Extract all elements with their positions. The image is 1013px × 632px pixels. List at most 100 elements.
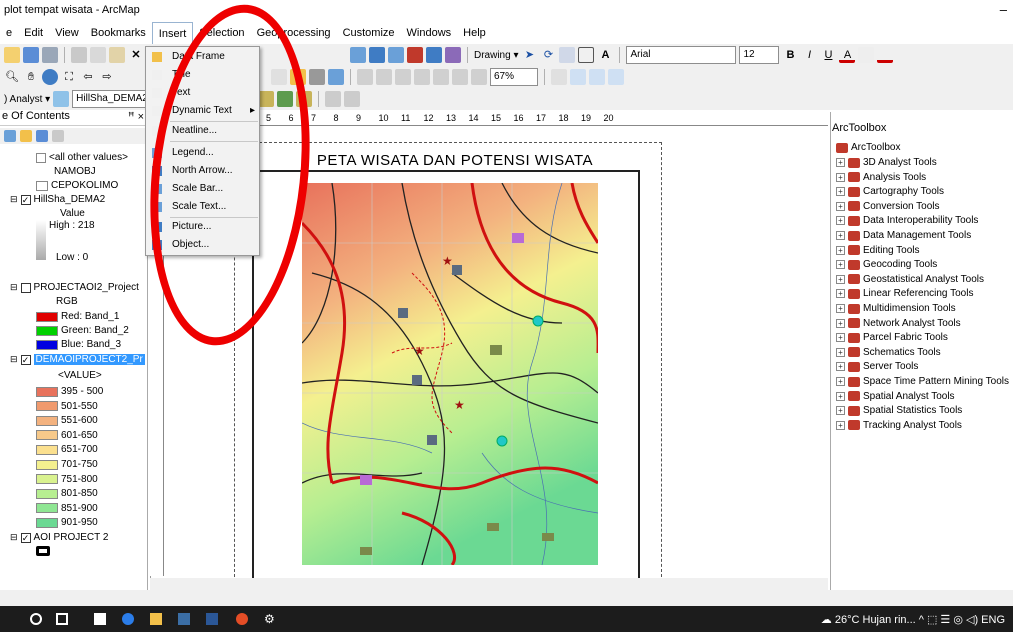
toc-layer-demaoi[interactable]: ⊟ ✓ DEMAOIPROJECT2_Pr [10, 354, 145, 365]
dem-legend-class[interactable]: 851-900 [36, 503, 98, 514]
word-icon[interactable] [206, 613, 218, 625]
paste-icon[interactable] [109, 47, 125, 63]
menu-windows[interactable]: Windows [401, 22, 458, 44]
toc-all-other-values[interactable]: <all other values> [36, 152, 128, 163]
font-name-combo[interactable]: Arial [626, 46, 737, 64]
edge-icon[interactable] [122, 613, 134, 625]
cut-icon[interactable] [71, 47, 87, 63]
text-icon[interactable]: A [597, 47, 613, 63]
data-driven-pages-icon[interactable] [608, 69, 624, 85]
expand-icon[interactable]: + [836, 245, 845, 255]
expand-icon[interactable]: + [836, 274, 845, 284]
expand-icon[interactable]: + [836, 260, 845, 270]
toolbox-item[interactable]: + Space Time Pattern Mining Tools [836, 376, 1009, 387]
toolbox-item[interactable]: + Conversion Tools [836, 201, 940, 212]
menu-bookmarks[interactable]: Bookmarks [85, 22, 152, 44]
toolbox-item[interactable]: + Spatial Statistics Tools [836, 405, 962, 416]
layout-full-icon[interactable] [414, 69, 430, 85]
toggle-draft-icon[interactable] [551, 69, 567, 85]
dem-legend-class[interactable]: 395 - 500 [36, 386, 103, 397]
rotate-icon[interactable]: ⟳ [540, 47, 556, 63]
toolbox-item[interactable]: + Analysis Tools [836, 172, 926, 183]
expand-icon[interactable]: + [836, 391, 845, 401]
line-color-icon[interactable] [877, 47, 894, 63]
horizontal-scrollbar[interactable] [150, 578, 828, 590]
toolbox-item[interactable]: + Geocoding Tools [836, 259, 937, 270]
menu-edit[interactable]: Edit [18, 22, 49, 44]
copy-icon[interactable] [90, 47, 106, 63]
catalog-icon[interactable] [388, 47, 404, 63]
italic-icon[interactable]: I [801, 47, 817, 63]
underline-icon[interactable]: U [820, 47, 836, 63]
rectangle-icon[interactable] [578, 47, 595, 63]
analyst-menu[interactable]: ) Analyst ▾ [4, 94, 50, 105]
expand-icon[interactable]: + [836, 289, 845, 299]
toolbox-item[interactable]: + Tracking Analyst Tools [836, 420, 962, 431]
toolbox-item[interactable]: + Spatial Analyst Tools [836, 391, 955, 402]
editor-icon[interactable] [350, 47, 366, 63]
layer-combo[interactable]: HillSha_DEMA2 [72, 90, 153, 108]
chrome-icon[interactable] [236, 613, 248, 625]
menu-view[interactable]: View [49, 22, 85, 44]
toolbox-item[interactable]: + Editing Tools [836, 245, 920, 256]
pan-icon[interactable]: ✋︎ [23, 69, 39, 85]
open-icon[interactable] [4, 47, 20, 63]
expand-icon[interactable]: + [836, 420, 845, 430]
toolbox-item[interactable]: + Cartography Tools [836, 186, 944, 197]
list-by-drawing-order-icon[interactable] [4, 130, 16, 142]
toolbox-item[interactable]: + Server Tools [836, 361, 918, 372]
expand-icon[interactable]: + [836, 201, 845, 211]
dem-legend-class[interactable]: 751-800 [36, 474, 98, 485]
options-icon[interactable] [52, 130, 64, 142]
file-explorer-icon[interactable] [150, 613, 162, 625]
toc-pin[interactable]: ꟸ × [128, 110, 144, 123]
table-icon[interactable] [369, 47, 385, 63]
dem-legend-class[interactable]: 601-650 [36, 430, 98, 441]
dem-legend-class[interactable]: 651-700 [36, 444, 98, 455]
font-size-combo[interactable]: 12 [739, 46, 780, 64]
search-icon[interactable] [30, 613, 42, 625]
map-title[interactable]: PETA WISATA DAN POTENSI WISATA [300, 152, 610, 169]
delete-icon[interactable]: ✕ [128, 47, 144, 63]
dem-legend-class[interactable]: 501-550 [36, 401, 98, 412]
expand-icon[interactable]: + [836, 304, 845, 313]
expand-icon[interactable]: + [836, 333, 845, 343]
toolbox-item[interactable]: + Data Management Tools [836, 230, 971, 241]
zoom-combo[interactable]: 67% [490, 68, 538, 86]
expand-icon[interactable]: + [836, 158, 845, 167]
fill-color-icon[interactable] [858, 47, 875, 63]
profile-icon[interactable] [344, 91, 361, 107]
toolbox-item[interactable]: + Multidimension Tools [836, 303, 956, 314]
layout-zoom-out-icon[interactable] [376, 69, 392, 85]
font-color-icon[interactable]: A [839, 47, 856, 63]
expand-icon[interactable]: + [836, 347, 845, 357]
map-display[interactable]: ★ ★ ★ [302, 183, 598, 565]
toc-cepokolimo[interactable]: CEPOKOLIMO [36, 180, 118, 191]
toc-layer-hillshade[interactable]: ⊟ ✓ HillSha_DEMA2 [10, 194, 105, 205]
toc-layer-projectaoi2[interactable]: ⊟ PROJECTAOI2_Project [10, 282, 139, 293]
arctoolbox-icon[interactable] [407, 47, 423, 63]
layout-fixed-out-icon[interactable] [471, 69, 487, 85]
menu-file[interactable]: e [0, 22, 18, 44]
dem-legend-class[interactable]: 901-950 [36, 517, 98, 528]
toolbox-item[interactable]: + Geostatistical Analyst Tools [836, 274, 984, 285]
zoom-in-icon[interactable]: 🔍︎ [4, 69, 20, 85]
dem-legend-class[interactable]: 801-850 [36, 488, 98, 499]
layout-fixed-in-icon[interactable] [452, 69, 468, 85]
settings-icon[interactable]: ⚙ [264, 613, 276, 625]
arctoolbox-root[interactable]: ArcToolbox [836, 142, 900, 153]
list-by-source-icon[interactable] [20, 130, 32, 142]
toolbox-item[interactable]: + Parcel Fabric Tools [836, 332, 948, 343]
save-icon[interactable] [23, 47, 39, 63]
bold-icon[interactable]: B [782, 47, 798, 63]
toolbox-item[interactable]: + Schematics Tools [836, 347, 941, 358]
minimize-button[interactable]: – [1000, 2, 1007, 17]
dem-legend-class[interactable]: 551-600 [36, 415, 98, 426]
drawing-menu[interactable]: Drawing ▾ [474, 50, 518, 61]
select-arrow-icon[interactable]: ➤ [521, 47, 537, 63]
toolbox-item[interactable]: + Network Analyst Tools [836, 318, 961, 329]
full-extent-icon[interactable] [42, 69, 58, 85]
zoom-whole-page-icon[interactable] [559, 47, 576, 63]
toolbox-item[interactable]: + Data Interoperability Tools [836, 215, 978, 226]
mail-icon[interactable] [94, 613, 106, 625]
